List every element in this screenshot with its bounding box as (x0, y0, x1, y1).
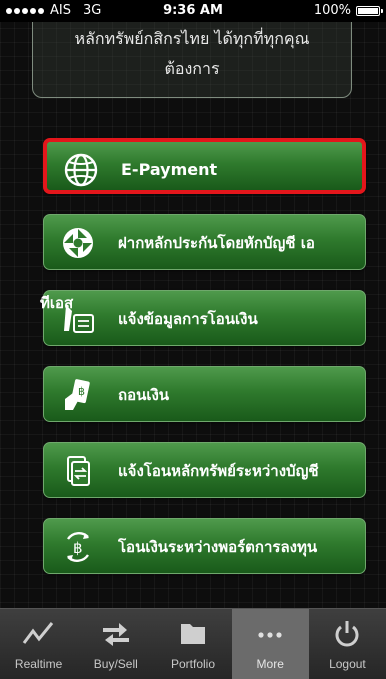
menu-item-label: แจ้งโอนหลักทรัพย์ระหว่างบัญชี (118, 462, 319, 480)
bottom-tab-bar: Realtime Buy/Sell Portfolio More Logout (0, 608, 386, 679)
menu-item-deposit-collateral[interactable]: ฝากหลักประกันโดยหักบัญชี เอ (43, 214, 366, 270)
menu-item-transfer-notice[interactable]: แจ้งข้อมูลการโอนเงิน (43, 290, 366, 346)
menu-item-port-transfer[interactable]: ฿ โอนเงินระหว่างพอร์ตการลงทุน (43, 518, 366, 574)
menu-item-label: ฝากหลักประกันโดยหักบัญชี เอ (118, 234, 315, 252)
tab-logout[interactable]: Logout (309, 609, 386, 679)
info-line-1: หลักทรัพย์กสิกรไทย ได้ทุกที่ทุกคุณ (74, 29, 310, 48)
battery-fill (358, 7, 378, 14)
menu-item-e-payment[interactable]: E-Payment (43, 138, 366, 194)
tab-label: Portfolio (170, 657, 216, 671)
shutter-icon (63, 228, 93, 258)
tab-portfolio[interactable]: Portfolio (154, 609, 231, 679)
menu-item-withdraw[interactable]: ฿ ถอนเงิน (43, 366, 366, 422)
status-right: 100% (313, 3, 383, 18)
baht-cycle-icon: ฿ (67, 532, 89, 562)
overflow-label-text: ทีเอส (40, 294, 74, 312)
tab-buy-sell[interactable]: Buy/Sell (77, 609, 154, 679)
tab-label: More (256, 657, 284, 671)
battery-icon (356, 5, 383, 16)
menu-item-label: E-Payment (121, 160, 218, 179)
svg-text:฿: ฿ (78, 385, 85, 398)
menu-item-label: แจ้งข้อมูลการโอนเงิน (118, 310, 258, 328)
ellipsis-icon (258, 632, 282, 638)
power-icon (335, 621, 359, 647)
info-line-2: ต้องการ (164, 59, 220, 78)
battery-percent: 100% (313, 3, 351, 18)
buy-sell-arrows-icon (102, 623, 129, 646)
tab-label: Realtime (14, 657, 63, 671)
menu-item-label: ถอนเงิน (118, 386, 170, 404)
menu-item-label: โอนเงินระหว่างพอร์ตการลงทุน (118, 538, 318, 556)
status-bar: AIS 3G 9:36 AM 100% (0, 0, 386, 22)
folder-icon (181, 624, 205, 644)
withdraw-cash-icon: ฿ (65, 379, 90, 410)
tab-more[interactable]: More (231, 609, 309, 679)
document-transfer-icon (67, 456, 90, 486)
chart-line-icon (22, 622, 53, 644)
tab-label: Logout (329, 657, 366, 671)
menu-item-securities-transfer[interactable]: แจ้งโอนหลักทรัพย์ระหว่างบัญชี (43, 442, 366, 498)
globe-icon (64, 153, 98, 187)
tab-label: Buy/Sell (93, 657, 138, 671)
svg-text:฿: ฿ (73, 539, 83, 557)
tab-realtime[interactable]: Realtime (0, 609, 77, 679)
